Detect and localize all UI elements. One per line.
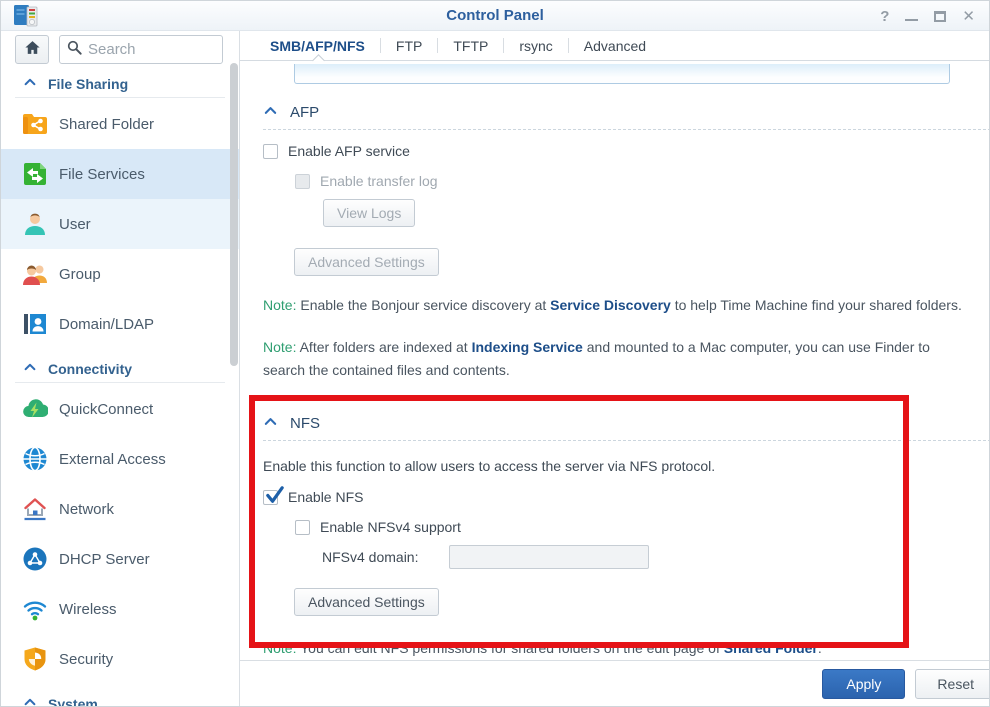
nfs-advanced-settings-button[interactable]: Advanced Settings [294,588,439,616]
enable-nfs-checkbox[interactable] [263,490,278,505]
file-services-icon [22,161,48,187]
chevron-up-icon [263,103,278,122]
titlebar: Control Panel ? ✕ [1,1,989,31]
sidebar-item-domain-ldap[interactable]: Domain/LDAP [1,299,239,349]
network-icon [22,496,48,522]
sidebar-item-user[interactable]: User [1,199,239,249]
chevron-up-icon [23,695,37,707]
reset-button[interactable]: Reset [915,669,990,699]
sidebar-item-network[interactable]: Network [1,484,239,534]
smb-clipped-field [294,64,950,84]
minimize-icon[interactable] [905,18,918,21]
sidebar-item-quickconnect[interactable]: QuickConnect [1,384,239,434]
security-shield-icon [22,646,48,672]
enable-nfsv4-checkbox[interactable] [295,520,310,535]
tab-bar: SMB/AFP/NFS FTP TFTP rsync Advanced [240,31,990,61]
tab-ftp[interactable]: FTP [381,38,437,54]
enable-transfer-log-checkbox[interactable] [295,174,310,189]
indexing-service-link[interactable]: Indexing Service [472,339,583,355]
enable-transfer-log-label: Enable transfer log [320,173,438,189]
sidebar-item-external-access[interactable]: External Access [1,434,239,484]
control-panel-window: Control Panel ? ✕ [0,0,990,707]
group-icon [22,261,48,287]
divider [15,382,225,383]
shared-folder-link[interactable]: Shared Folder [724,640,818,656]
nfs-note-permissions: Note: You can edit NFS permissions for s… [263,637,971,659]
divider [263,440,990,441]
enable-nfs-label: Enable NFS [288,489,363,505]
tab-smb-afp-nfs[interactable]: SMB/AFP/NFS [255,38,380,54]
user-icon [22,211,48,237]
search-input[interactable] [88,41,198,58]
sidebar-item-file-services[interactable]: File Services [1,149,239,199]
apply-button[interactable]: Apply [822,669,905,699]
sidebar-item-wireless[interactable]: Wireless [1,584,239,634]
chevron-up-icon [23,75,37,92]
window-title: Control Panel [1,7,989,24]
chevron-up-icon [263,414,278,433]
nfs-section-header[interactable]: NFS [263,414,971,433]
quickconnect-icon [22,396,48,422]
main-panel: SMB/AFP/NFS FTP TFTP rsync Advanced [240,31,990,707]
afp-note-bonjour: Note: Enable the Bonjour service discove… [263,294,971,316]
enable-nfsv4-label: Enable NFSv4 support [320,519,461,535]
tab-tftp[interactable]: TFTP [438,38,503,54]
enable-afp-label: Enable AFP service [288,143,410,159]
service-discovery-link[interactable]: Service Discovery [550,297,671,313]
sidebar-section-file-sharing[interactable]: File Sharing [1,75,239,92]
afp-note-indexing: Note: After folders are indexed at Index… [263,336,971,381]
divider [15,97,225,98]
tab-rsync[interactable]: rsync [504,38,567,54]
chevron-up-icon [23,360,37,377]
domain-ldap-icon [22,311,48,337]
sidebar-item-group[interactable]: Group [1,249,239,299]
footer-bar: Apply Reset [240,660,990,707]
sidebar: File Sharing Shared Folder [1,31,240,707]
home-button[interactable] [15,35,49,64]
afp-advanced-settings-button[interactable]: Advanced Settings [294,248,439,276]
sidebar-item-security[interactable]: Security [1,634,239,684]
wireless-icon [22,596,48,622]
tab-advanced[interactable]: Advanced [569,38,661,54]
close-icon[interactable]: ✕ [962,7,975,25]
afp-section-header[interactable]: AFP [263,103,971,122]
sidebar-section-system[interactable]: System [1,695,239,707]
search-icon [66,39,83,61]
external-access-icon [22,446,48,472]
shared-folder-icon [22,111,48,137]
sidebar-scrollbar-thumb[interactable] [230,63,238,366]
divider [263,129,990,130]
sidebar-item-shared-folder[interactable]: Shared Folder [1,99,239,149]
nfs-description: Enable this function to allow users to a… [263,458,971,474]
nfsv4-domain-input[interactable] [449,545,649,569]
sidebar-item-dhcp-server[interactable]: DHCP Server [1,534,239,584]
settings-scroll-area: AFP Enable AFP service Enable transfer l… [240,61,990,660]
home-icon [23,38,42,62]
help-icon[interactable]: ? [880,8,889,25]
nfsv4-domain-label: NFSv4 domain: [322,549,418,565]
search-box[interactable] [59,35,223,64]
dhcp-server-icon [22,546,48,572]
view-logs-button[interactable]: View Logs [323,199,415,227]
enable-afp-checkbox[interactable] [263,144,278,159]
maximize-icon[interactable] [934,11,946,22]
sidebar-section-connectivity[interactable]: Connectivity [1,360,239,377]
